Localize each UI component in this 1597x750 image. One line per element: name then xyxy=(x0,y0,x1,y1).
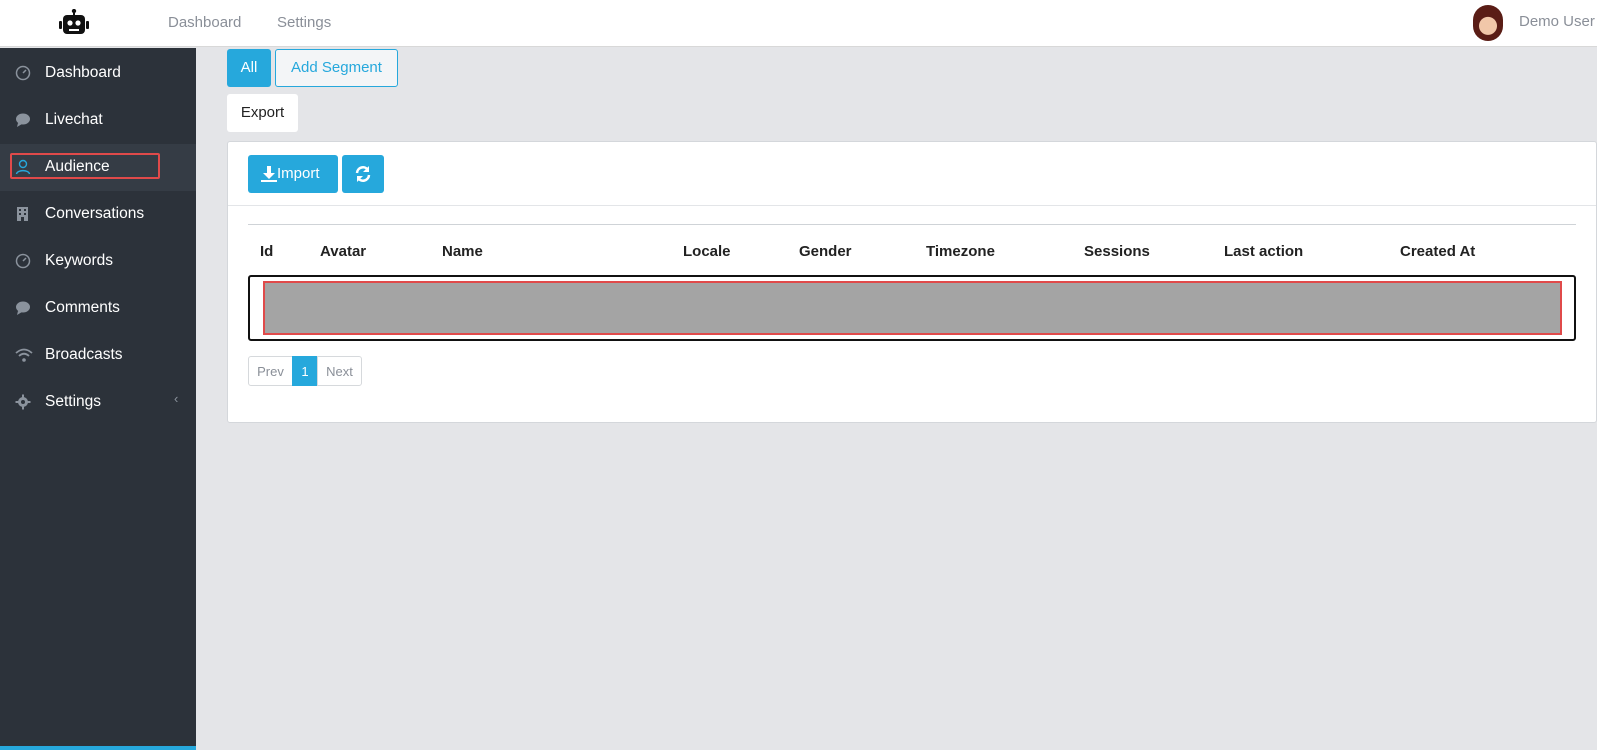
sidebar-item-comments[interactable]: Comments xyxy=(0,285,196,332)
wifi-icon xyxy=(15,347,33,363)
user-avatar[interactable] xyxy=(1473,5,1503,41)
column-header-locale[interactable]: Locale xyxy=(683,243,731,260)
table-top-border xyxy=(248,224,1576,225)
column-header-gender[interactable]: Gender xyxy=(799,243,852,260)
sidebar-item-keywords[interactable]: Keywords xyxy=(0,238,196,285)
gear-icon xyxy=(15,394,31,410)
sidebar: Dashboard Livechat Audience Conversation… xyxy=(0,48,196,750)
column-header-created-at[interactable]: Created At xyxy=(1400,243,1475,260)
refresh-button[interactable] xyxy=(342,155,384,193)
sidebar-item-conversations[interactable]: Conversations xyxy=(0,191,196,238)
download-icon xyxy=(260,165,278,183)
sidebar-item-label: Livechat xyxy=(45,111,103,128)
sidebar-footer-bar xyxy=(0,746,196,750)
import-button[interactable]: Import xyxy=(248,155,338,193)
building-icon xyxy=(15,206,31,222)
audience-panel: Import Id Avatar Name Locale Gender Time… xyxy=(227,141,1597,423)
user-name[interactable]: Demo User xyxy=(1519,13,1595,30)
add-segment-button[interactable]: Add Segment xyxy=(275,49,398,87)
topnav-dashboard-link[interactable]: Dashboard xyxy=(168,14,241,31)
redacted-row-content xyxy=(263,281,1562,335)
sidebar-item-label: Keywords xyxy=(45,252,114,269)
sidebar-item-label: Conversations xyxy=(45,205,145,222)
column-header-avatar[interactable]: Avatar xyxy=(320,243,366,260)
chat-bubble-icon xyxy=(15,300,31,316)
sidebar-item-label: Settings xyxy=(45,393,102,410)
chevron-left-icon: ‹ xyxy=(174,391,179,406)
robot-logo-icon[interactable] xyxy=(58,8,90,37)
pagination-prev-button[interactable]: Prev xyxy=(248,356,293,386)
sidebar-item-audience[interactable]: Audience xyxy=(0,144,196,191)
segment-all-button[interactable]: All xyxy=(227,49,271,87)
column-header-timezone[interactable]: Timezone xyxy=(926,243,995,260)
topnav-settings-link[interactable]: Settings xyxy=(277,14,331,31)
sidebar-item-label: Broadcasts xyxy=(45,346,123,363)
import-label: Import xyxy=(277,165,320,182)
dashboard-gauge-icon xyxy=(15,65,31,81)
column-header-sessions[interactable]: Sessions xyxy=(1084,243,1150,260)
column-header-id[interactable]: Id xyxy=(260,243,273,260)
column-header-name[interactable]: Name xyxy=(442,243,483,260)
export-button[interactable]: Export xyxy=(227,94,298,132)
sidebar-item-dashboard[interactable]: Dashboard xyxy=(0,50,196,97)
column-header-last-action[interactable]: Last action xyxy=(1224,243,1303,260)
sidebar-item-livechat[interactable]: Livechat xyxy=(0,97,196,144)
sidebar-item-label: Comments xyxy=(45,299,120,316)
sidebar-item-label: Dashboard xyxy=(45,64,121,81)
sidebar-item-settings[interactable]: Settings ‹ xyxy=(0,379,196,426)
highlight-box xyxy=(10,153,160,179)
sidebar-item-broadcasts[interactable]: Broadcasts xyxy=(0,332,196,379)
panel-divider xyxy=(228,205,1596,206)
pagination-next-button[interactable]: Next xyxy=(317,356,362,386)
dashboard-gauge-icon xyxy=(15,253,31,269)
chat-bubble-icon xyxy=(15,112,31,128)
pagination-page-current[interactable]: 1 xyxy=(292,356,318,386)
top-navbar: Dashboard Settings Demo User xyxy=(0,0,1597,47)
